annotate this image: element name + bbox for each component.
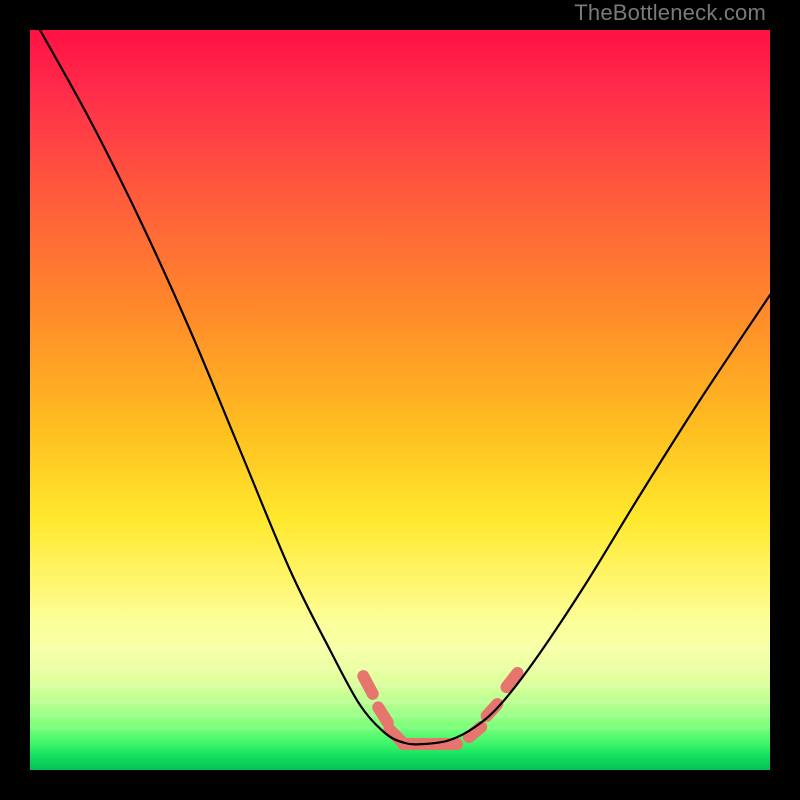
right-low-dash (469, 727, 481, 737)
watermark-text: TheBottleneck.com (574, 0, 766, 26)
outer-frame: TheBottleneck.com (0, 0, 800, 800)
curve-svg (30, 30, 770, 770)
bottleneck-curve (40, 30, 770, 744)
left-mid-dash (378, 707, 388, 722)
plot-area (30, 30, 770, 770)
left-upper-dash (363, 676, 372, 694)
